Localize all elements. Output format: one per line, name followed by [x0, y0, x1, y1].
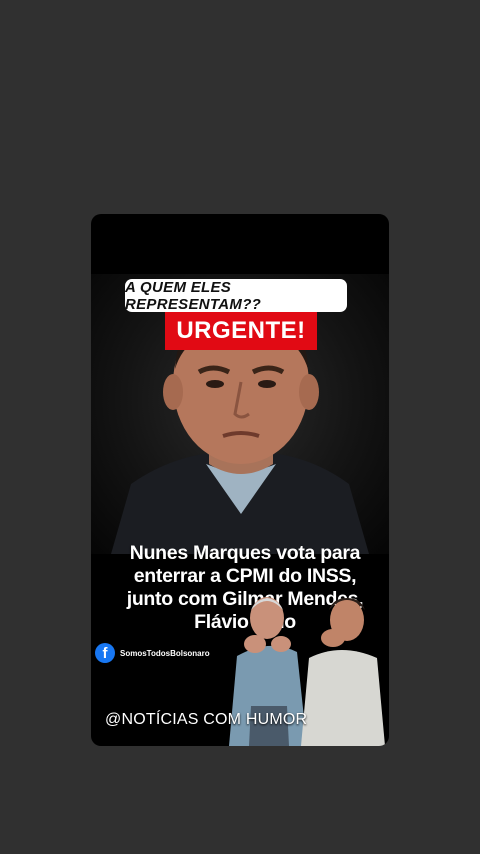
urgent-badge: URGENTE!: [165, 312, 317, 350]
source-tag: f SomosTodosBolsonaro: [95, 642, 210, 664]
urgent-badge-text: URGENTE!: [176, 317, 306, 344]
video-card[interactable]: A QUEM ELES REPRESENTAM?? URGENTE! Nunes…: [91, 214, 389, 746]
facebook-icon: f: [95, 643, 115, 663]
source-page-name: SomosTodosBolsonaro: [120, 648, 210, 658]
headline-line-2: enterrar a CPMI do INSS,: [133, 565, 357, 587]
tagline-pill: A QUEM ELES REPRESENTAM??: [125, 278, 347, 313]
tagline-text: A QUEM ELES REPRESENTAM??: [125, 278, 262, 313]
channel-watermark: @NOTÍCIAS COM HUMOR: [105, 711, 308, 728]
headline-line-1: Nunes Marques vota para: [129, 542, 361, 564]
